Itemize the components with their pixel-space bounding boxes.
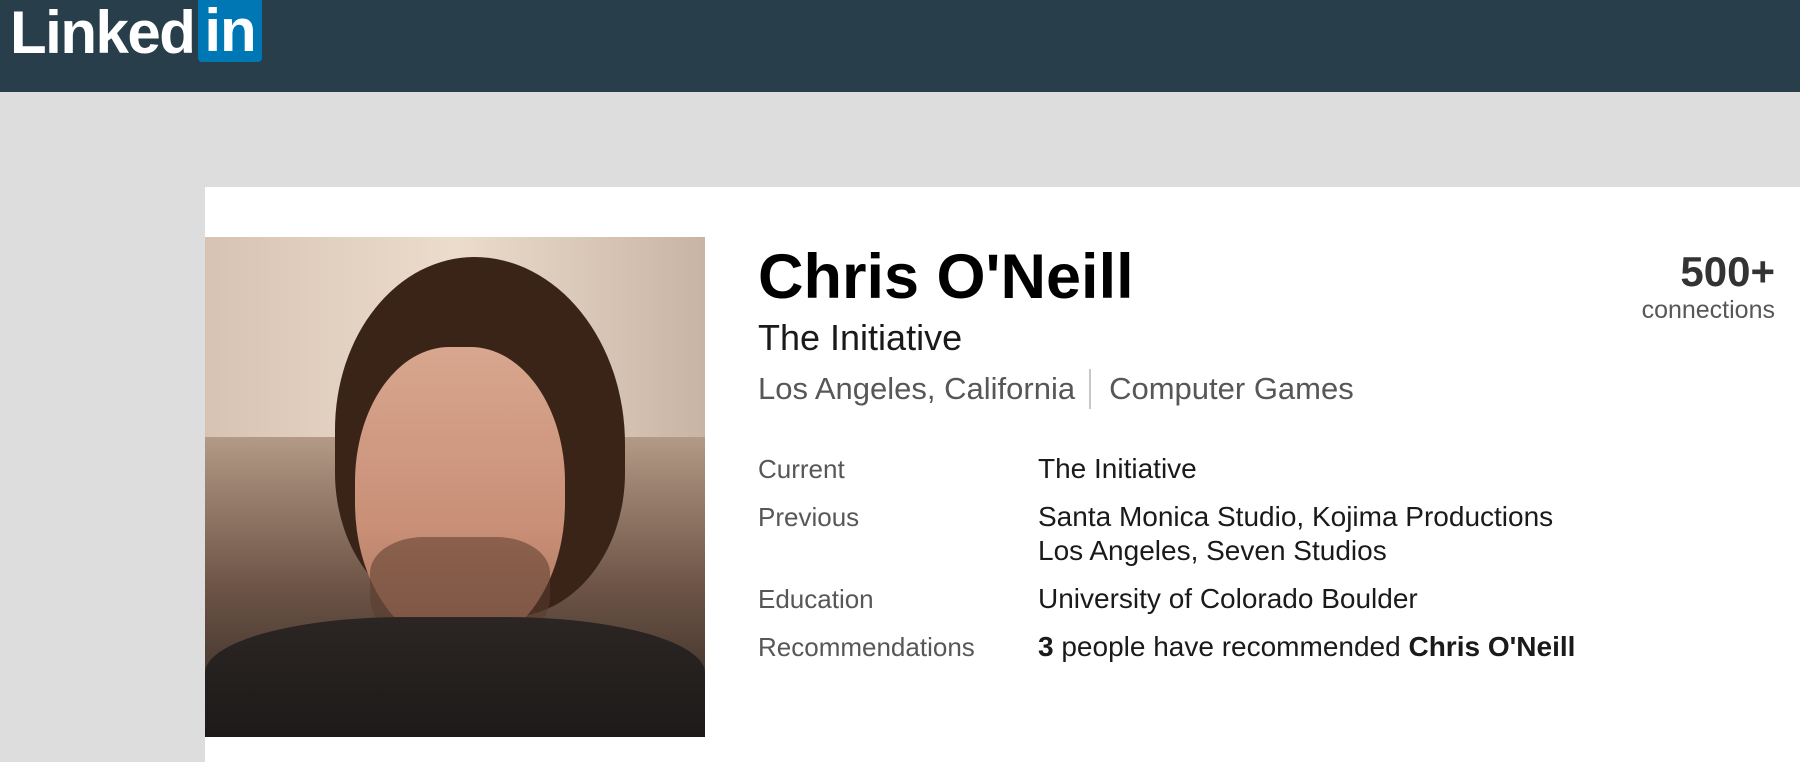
row-current: Current The Initiative	[758, 452, 1598, 486]
top-nav-bar: Linked in	[0, 0, 1800, 92]
linkedin-logo[interactable]: Linked in	[10, 0, 262, 66]
profile-card: Chris O'Neill The Initiative Los Angeles…	[205, 187, 1800, 762]
profile-name: Chris O'Neill	[758, 242, 1134, 312]
row-label: Current	[758, 454, 845, 484]
row-label: Previous	[758, 502, 860, 532]
logo-wordmark: Linked	[10, 0, 196, 66]
logo-in-box: in	[198, 0, 262, 62]
row-label: Education	[758, 584, 874, 614]
profile-summary-rows: Current The Initiative Previous Santa Mo…	[758, 452, 1598, 678]
recommendation-count: 3	[1038, 631, 1054, 662]
row-value[interactable]: Santa Monica Studio, Kojima Productions …	[1038, 500, 1598, 568]
profile-meta: Los Angeles, California Computer Games	[758, 369, 1354, 409]
recommended-person: Chris O'Neill	[1408, 631, 1576, 662]
row-previous: Previous Santa Monica Studio, Kojima Pro…	[758, 500, 1598, 568]
profile-location[interactable]: Los Angeles, California	[758, 370, 1075, 408]
connections-count: 500+	[1680, 248, 1775, 295]
photo-jacket	[205, 617, 705, 737]
profile-industry[interactable]: Computer Games	[1109, 370, 1354, 408]
meta-divider	[1089, 369, 1092, 409]
profile-headline[interactable]: The Initiative	[758, 317, 962, 359]
recommendations-value[interactable]: 3 people have recommended Chris O'Neill	[1038, 630, 1598, 664]
row-value[interactable]: The Initiative	[1038, 452, 1598, 486]
connections-badge[interactable]: 500+ connections	[1642, 249, 1775, 325]
connections-label: connections	[1641, 296, 1775, 324]
recommendation-text: people have recommended	[1053, 631, 1409, 662]
row-value[interactable]: University of Colorado Boulder	[1038, 582, 1598, 616]
profile-photo[interactable]	[205, 237, 705, 737]
row-recommendations: Recommendations 3 people have recommende…	[758, 630, 1598, 664]
row-label: Recommendations	[758, 632, 975, 662]
row-education: Education University of Colorado Boulder	[758, 582, 1598, 616]
